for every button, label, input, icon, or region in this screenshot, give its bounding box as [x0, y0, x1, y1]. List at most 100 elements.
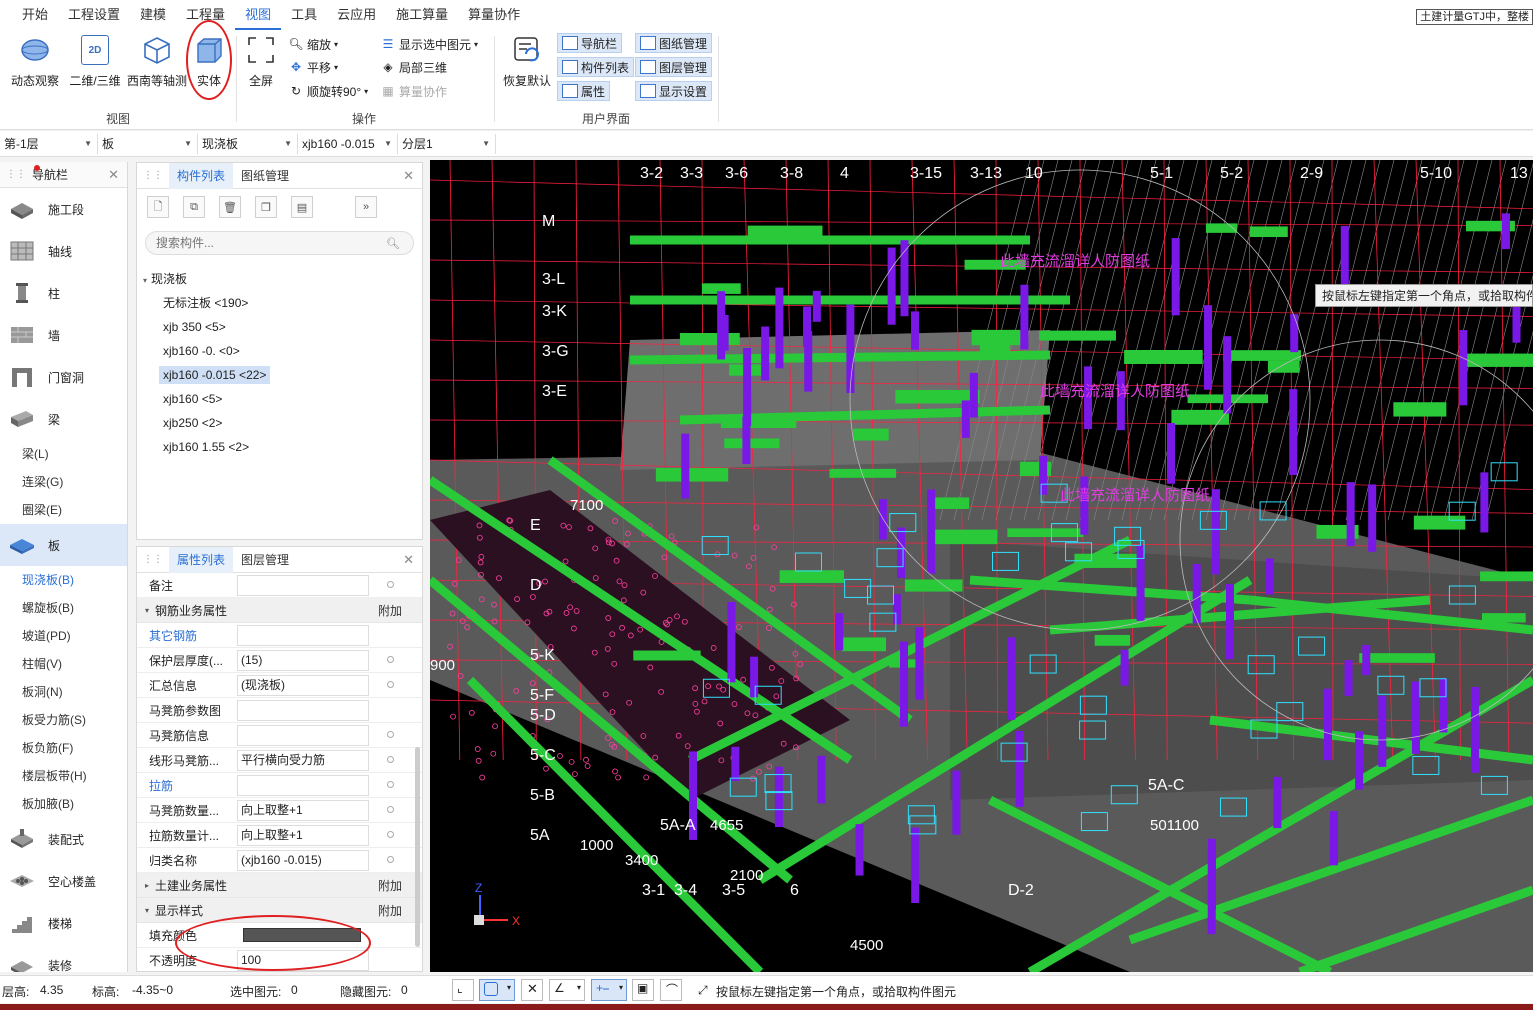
category-select[interactable]: 板 ▼: [98, 134, 198, 154]
tree-item[interactable]: xjb160 1.55 <2>: [143, 435, 422, 459]
menu-start[interactable]: 开始: [12, 0, 58, 30]
prop-value[interactable]: [237, 774, 369, 796]
menu-tools[interactable]: 工具: [281, 0, 327, 30]
prop-value[interactable]: (xjb160 -0.015): [237, 849, 369, 871]
tab-drawing-management[interactable]: 图纸管理: [233, 163, 297, 189]
tab-layer-management[interactable]: 图层管理: [233, 547, 297, 573]
sw-isometric-button[interactable]: 西南等轴测: [127, 32, 187, 94]
tree-item[interactable]: xjb 350 <5>: [143, 315, 422, 339]
nav-item-beam[interactable]: 梁: [0, 398, 127, 440]
tree-item[interactable]: xjb160 <5>: [143, 387, 422, 411]
tree-root-cast-slab[interactable]: ▾ 现浇板: [143, 267, 422, 291]
ortho-button[interactable]: ⌞: [452, 979, 474, 1001]
menu-calc-collab[interactable]: 算量协作: [458, 0, 530, 30]
prop-value[interactable]: 向上取整+1: [237, 799, 369, 821]
circle-icon[interactable]: [387, 756, 394, 763]
tree-item[interactable]: xjb160 -0. <0>: [143, 339, 422, 363]
toggle-properties[interactable]: 属性: [557, 81, 611, 101]
model-viewport[interactable]: 3-2 3-3 3-6 3-8 4 3-15 3-13 10 5-1 5-2 2-9 5-10 13 M 3…: [430, 160, 1533, 972]
restore-default-button[interactable]: 恢复默认: [498, 32, 556, 94]
drag-grip-icon[interactable]: ⋮⋮: [143, 170, 163, 181]
model-canvas[interactable]: 3-2 3-3 3-6 3-8 4 3-15 3-13 10 5-1 5-2 2-9 5-10 13 M 3…: [430, 160, 1533, 972]
copy-component-button[interactable]: ⧉: [183, 196, 205, 218]
circle-icon[interactable]: [387, 806, 394, 813]
nav-sub-beam-l[interactable]: 梁(L): [0, 440, 127, 468]
prop-value[interactable]: 平行横向受力筋: [237, 749, 369, 771]
nav-sub-slab-neg-rebar[interactable]: 板负筋(F): [0, 734, 127, 762]
circle-icon[interactable]: [387, 831, 394, 838]
tab-properties-list[interactable]: 属性列表: [169, 547, 234, 573]
duplicate-layer-button[interactable]: ❐: [255, 196, 277, 218]
close-icon[interactable]: ✕: [108, 167, 119, 183]
circle-icon[interactable]: [387, 581, 394, 588]
prop-value[interactable]: [237, 699, 369, 721]
prop-value[interactable]: [237, 574, 369, 596]
prop-value[interactable]: 向上取整+1: [237, 824, 369, 846]
circle-icon[interactable]: [387, 731, 394, 738]
nav-item-decoration[interactable]: 装修: [0, 944, 127, 972]
attach-button[interactable]: 附加: [378, 902, 402, 919]
nav-item-slab[interactable]: 板: [0, 524, 127, 566]
menu-cloud[interactable]: 云应用: [327, 0, 386, 30]
angle-button[interactable]: ∠ ▾: [549, 979, 585, 1001]
fullscreen-button[interactable]: 全屏: [232, 32, 290, 94]
pan-button[interactable]: ✥ 平移 ▾: [288, 57, 338, 77]
nav-sub-spiral-slab[interactable]: 螺旋板(B): [0, 594, 127, 622]
prop-value[interactable]: (现浇板): [237, 674, 369, 696]
nav-sub-ramp[interactable]: 坡道(PD): [0, 622, 127, 650]
attach-button[interactable]: 附加: [378, 602, 402, 619]
show-selected-button[interactable]: ☰ 显示选中图元 ▾: [380, 34, 478, 54]
menu-construction-calc[interactable]: 施工算量: [386, 0, 458, 30]
curve-button[interactable]: ⌒: [660, 979, 682, 1001]
orbit-button[interactable]: 动态观察: [6, 32, 64, 94]
type-select[interactable]: 现浇板 ▼: [198, 134, 298, 154]
nav-sub-slab-haunch[interactable]: 板加腋(B): [0, 790, 127, 818]
nav-item-hollow-floor[interactable]: 空心楼盖: [0, 860, 127, 902]
rotate-90-button[interactable]: ↻ 顺旋转90° ▾: [288, 81, 368, 101]
circle-icon[interactable]: [387, 781, 394, 788]
tree-item[interactable]: xjb250 <2>: [143, 411, 422, 435]
tree-item[interactable]: 无标注板 <190>: [143, 291, 422, 315]
new-component-button[interactable]: 🗋︎: [147, 196, 169, 218]
menu-modeling[interactable]: 建模: [130, 0, 176, 30]
layer-select[interactable]: 分层1 ▼: [398, 134, 496, 154]
nav-sub-slab-hole[interactable]: 板洞(N): [0, 678, 127, 706]
prop-group-civil[interactable]: ▸ 土建业务属性 附加: [137, 873, 422, 898]
drag-grip-icon[interactable]: ⋮⋮: [143, 554, 163, 565]
local-3d-button[interactable]: ◈ 局部三维: [380, 57, 447, 77]
more-tools-button[interactable]: »: [355, 196, 377, 218]
circle-icon[interactable]: [387, 856, 394, 863]
tab-component-list[interactable]: 构件列表: [169, 162, 234, 189]
prop-value[interactable]: [237, 624, 369, 646]
nav-sub-slab-main-rebar[interactable]: 板受力筋(S): [0, 706, 127, 734]
nav-item-stairs[interactable]: 楼梯: [0, 902, 127, 944]
2d-3d-toggle-button[interactable]: 2D 二维/三维: [66, 32, 124, 94]
dynamic-input-button[interactable]: +⎯ ▾: [591, 979, 627, 1001]
properties-scrollbar[interactable]: [415, 747, 420, 947]
display-toggle-button[interactable]: ▣: [632, 979, 654, 1001]
tree-item-selected[interactable]: xjb160 -0.015 <22>: [143, 363, 422, 387]
drag-grip-icon[interactable]: ⋮⋮: [6, 169, 26, 180]
cross-select-button[interactable]: ✕: [521, 979, 543, 1001]
nav-item-prefab[interactable]: 装配式: [0, 818, 127, 860]
delete-component-button[interactable]: 🗑︎: [219, 196, 241, 218]
nav-item-column[interactable]: 柱: [0, 272, 127, 314]
nav-item-axis[interactable]: 轴线: [0, 230, 127, 272]
prop-value[interactable]: [237, 724, 369, 746]
toggle-drawing-management[interactable]: 图纸管理: [635, 33, 713, 53]
nav-item-wall[interactable]: 墙: [0, 314, 127, 356]
menu-view[interactable]: 视图: [235, 0, 282, 30]
attach-button[interactable]: 附加: [378, 877, 402, 894]
toggle-component-list[interactable]: 构件列表: [557, 57, 635, 77]
import-component-button[interactable]: ▤: [291, 196, 313, 218]
notice-banner[interactable]: 土建计量GTJ中，整楼: [1416, 9, 1533, 25]
nav-sub-floor-slab-band[interactable]: 楼层板带(H): [0, 762, 127, 790]
floor-select[interactable]: 第-1层 ▼: [0, 134, 98, 154]
component-select[interactable]: xjb160 -0.015 ▼: [298, 134, 398, 154]
toggle-display-settings[interactable]: 显示设置: [635, 81, 713, 101]
search-icon[interactable]: 🔍︎: [386, 237, 400, 250]
nav-sub-ring-beam[interactable]: 圈梁(E): [0, 496, 127, 524]
snap-mode-button[interactable]: ▾: [479, 979, 515, 1001]
zoom-button[interactable]: 🔍︎ 缩放 ▾: [288, 34, 338, 54]
prop-group-rebar[interactable]: ▾ 钢筋业务属性 附加: [137, 598, 422, 623]
